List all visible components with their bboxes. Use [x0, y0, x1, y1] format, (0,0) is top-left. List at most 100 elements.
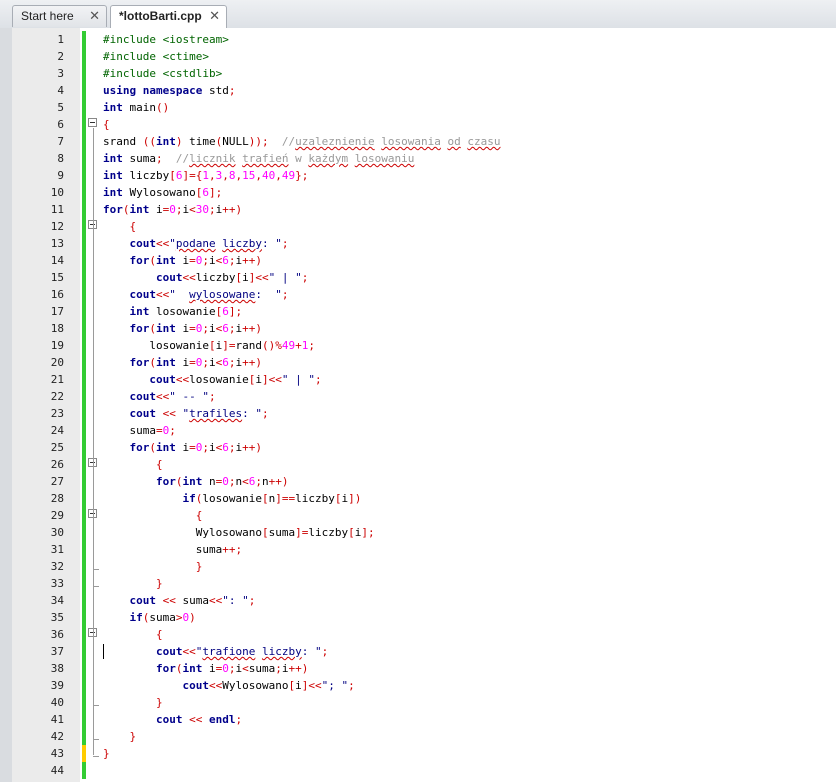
code-line[interactable]: 42 }	[0, 728, 836, 745]
code-line[interactable]: 12 {	[0, 218, 836, 235]
code-line[interactable]: 32 }	[0, 558, 836, 575]
code-text: cout<<liczby[i]<<" | ";	[155, 271, 309, 284]
saved-line-marker	[82, 541, 86, 558]
code-line[interactable]: 34 cout << suma<<": ";	[0, 592, 836, 609]
code-text: Wylosowano[suma]=liczby[i];	[103, 526, 375, 539]
tab-label: *lottoBarti.cpp	[119, 9, 202, 23]
line-number: 5	[57, 101, 64, 114]
code-line[interactable]: 40 }	[0, 694, 836, 711]
code-line[interactable]: 41 cout << endl;	[0, 711, 836, 728]
line-number: 13	[50, 237, 64, 250]
code-text: cout<<"podane liczby: ";	[129, 237, 289, 250]
code-line[interactable]: 17 int losowanie[6];	[0, 303, 836, 320]
tab-start-here[interactable]: Start here ✕	[12, 5, 107, 27]
code-line[interactable]: 33 }	[0, 575, 836, 592]
code-line[interactable]: 4 using namespace std;	[0, 82, 836, 99]
code-line[interactable]: 7 srand ((int) time(NULL)); //uzaleznieni…	[0, 133, 836, 150]
code-line[interactable]: 27 for(int n=0;n<6;n++)	[0, 473, 836, 490]
line-number: 19	[50, 339, 64, 352]
code-line[interactable]: 14 for(int i=0;i<6;i++)	[0, 252, 836, 269]
code-line[interactable]: 37 cout<<"trafione liczby: ";	[0, 643, 836, 660]
code-line[interactable]: 39 cout<<Wylosowano[i]<<"; ";	[0, 677, 836, 694]
line-number: 2	[57, 50, 64, 63]
tab-lottobarti-cpp[interactable]: *lottoBarti.cpp ✕	[110, 5, 227, 28]
code-line[interactable]: 19 losowanie[i]=rand()%49+1;	[0, 337, 836, 354]
code-line[interactable]: 23 cout << "trafiles: ";	[0, 405, 836, 422]
line-number: 14	[50, 254, 64, 267]
code-text: using namespace std;	[103, 84, 236, 97]
line-number: 11	[50, 203, 64, 216]
saved-line-marker	[82, 677, 86, 694]
line-number: 20	[50, 356, 64, 369]
saved-line-marker	[82, 575, 86, 592]
code-line[interactable]: 15 cout<<liczby[i]<<" | ";	[0, 269, 836, 286]
tab-bar: Start here ✕ *lottoBarti.cpp ✕	[0, 0, 836, 29]
line-number: 16	[50, 288, 64, 301]
code-line[interactable]: 35 if(suma>0)	[0, 609, 836, 626]
saved-line-marker	[82, 184, 86, 201]
code-text: }	[103, 747, 110, 760]
code-line[interactable]: 26 {	[0, 456, 836, 473]
saved-line-marker	[82, 507, 86, 524]
saved-line-marker	[82, 388, 86, 405]
code-text: losowanie[i]=rand()%49+1;	[103, 339, 315, 352]
code-line[interactable]: 36 {	[0, 626, 836, 643]
code-line[interactable]: 25 for(int i=0;i<6;i++)	[0, 439, 836, 456]
code-text: for(int n=0;n<6;n++)	[155, 475, 289, 488]
code-line[interactable]: 43}	[0, 745, 836, 762]
tab-label: Start here	[21, 9, 74, 23]
saved-line-marker	[82, 354, 86, 371]
close-tab-icon[interactable]: ✕	[89, 6, 100, 26]
code-line[interactable]: 2 #include <ctime>	[0, 48, 836, 65]
code-line[interactable]: 44	[0, 762, 836, 779]
saved-line-marker	[82, 592, 86, 609]
code-line[interactable]: 18 for(int i=0;i<6;i++)	[0, 320, 836, 337]
code-line[interactable]: 31 suma++;	[0, 541, 836, 558]
code-line[interactable]: 10 int Wylosowano[6];	[0, 184, 836, 201]
line-number: 28	[50, 492, 64, 505]
code-text: {	[155, 628, 163, 641]
code-line[interactable]: 29 {	[0, 507, 836, 524]
code-text: {	[103, 118, 110, 131]
code-line[interactable]: 8 int suma; //licznik trafień w każdym lo…	[0, 150, 836, 167]
saved-line-marker	[82, 609, 86, 626]
saved-line-marker	[82, 65, 86, 82]
code-text: suma=0;	[103, 424, 176, 437]
code-line[interactable]: 16 cout<<" wylosowane: ";	[0, 286, 836, 303]
line-number: 26	[50, 458, 64, 471]
line-number: 3	[57, 67, 64, 80]
code-line[interactable]: 3 #include <cstdlib>	[0, 65, 836, 82]
text-cursor	[103, 644, 104, 659]
saved-line-marker	[82, 133, 86, 150]
line-number: 33	[50, 577, 64, 590]
code-line[interactable]: 22 cout<<" -- ";	[0, 388, 836, 405]
code-line[interactable]: 20 for(int i=0;i<6;i++)	[0, 354, 836, 371]
line-number: 39	[50, 679, 64, 692]
saved-line-marker	[82, 626, 86, 643]
code-line[interactable]: 11 for(int i=0;i<30;i++)	[0, 201, 836, 218]
code-line[interactable]: 28 if(losowanie[n]==liczby[i])	[0, 490, 836, 507]
code-line[interactable]: 5 int main()	[0, 99, 836, 116]
close-tab-icon[interactable]: ✕	[209, 6, 220, 26]
code-line[interactable]: 30 Wylosowano[suma]=liczby[i];	[0, 524, 836, 541]
code-line[interactable]: 21 cout<<losowanie[i]<<" | ";	[0, 371, 836, 388]
line-number: 8	[57, 152, 64, 165]
line-number: 15	[50, 271, 64, 284]
fold-toggle-icon[interactable]	[88, 118, 97, 127]
code-line[interactable]: 9 int liczby[6]={1,3,8,15,40,49};	[0, 167, 836, 184]
code-editor[interactable]: 1 #include <iostream> 2 #include <ctime> 3 #i…	[0, 28, 836, 782]
saved-line-marker	[82, 762, 86, 779]
code-text: int main()	[103, 101, 170, 114]
code-line[interactable]: 38 for(int i=0;i<suma;i++)	[0, 660, 836, 677]
saved-line-marker	[82, 116, 86, 133]
code-line[interactable]: 1 #include <iostream>	[0, 31, 836, 48]
line-number: 18	[50, 322, 64, 335]
code-line[interactable]: 13 cout<<"podane liczby: ";	[0, 235, 836, 252]
code-text: for(int i=0;i<suma;i++)	[155, 662, 309, 675]
line-number: 22	[50, 390, 64, 403]
line-number: 17	[50, 305, 64, 318]
saved-line-marker	[82, 286, 86, 303]
code-line[interactable]: 24 suma=0;	[0, 422, 836, 439]
code-line[interactable]: 6{	[0, 116, 836, 133]
line-number: 35	[50, 611, 64, 624]
